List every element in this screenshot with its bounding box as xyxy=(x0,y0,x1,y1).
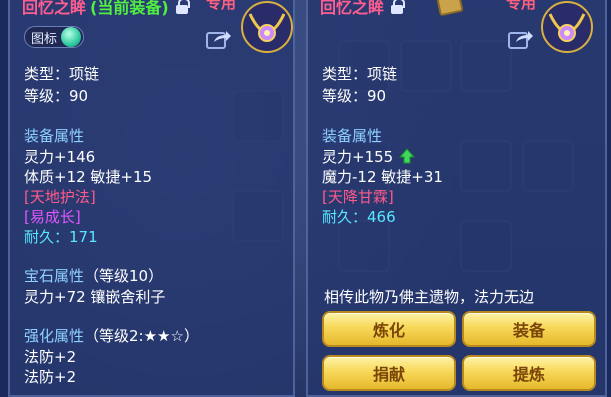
durability: 耐久：171 xyxy=(24,227,98,247)
durability: 耐久：466 xyxy=(322,207,396,227)
section-equip-attrs: 装备属性 xyxy=(24,127,85,145)
section-enhance-attrs: 强化属性 xyxy=(24,327,85,345)
section-equip-attrs: 装备属性 xyxy=(322,127,383,145)
gem-level: （等级10） xyxy=(84,267,164,285)
durability-value: 171 xyxy=(69,228,98,246)
item-title: 回忆之眸 (当前装备) xyxy=(22,0,190,18)
donate-button[interactable]: 捐献 xyxy=(322,355,456,391)
toggle-label: 图标 xyxy=(31,31,58,47)
enhance-level: （等级2:★★☆） xyxy=(84,327,199,345)
item-type: 类型：项链 xyxy=(24,65,100,83)
section-gem-attrs: 宝石属性 xyxy=(24,267,85,285)
lock-icon[interactable] xyxy=(390,0,406,14)
share-icon[interactable] xyxy=(508,28,534,50)
toggle-knob[interactable] xyxy=(61,27,82,47)
special-skill-1: [天地护法] xyxy=(24,188,96,206)
right-edge-strip xyxy=(607,0,611,397)
enhance-attr-1: 法防+2 xyxy=(24,348,77,366)
item-level: 等级：90 xyxy=(24,87,89,105)
gift-icon xyxy=(436,0,464,17)
icon-toggle[interactable]: 图标 xyxy=(24,26,85,48)
equip-attr-1: 灵力+155 xyxy=(322,147,415,167)
enhance-section: 强化属性（等级2:★★☆） xyxy=(24,326,199,346)
lock-icon[interactable] xyxy=(175,0,190,14)
share-icon[interactable] xyxy=(206,28,232,50)
equip-attr-2: 体质+12 敏捷+15 xyxy=(24,168,153,186)
item-name: 回忆之眸 xyxy=(320,0,385,17)
equipped-item-panel: 回忆之眸 (当前装备) 专用 图标 类型：项链 等级：90 装备属性 灵力+14… xyxy=(8,0,295,397)
gem-section: 宝石属性（等级10） xyxy=(24,266,163,286)
item-name: 回忆之眸 xyxy=(22,0,87,17)
durability-label: 耐久： xyxy=(322,208,368,226)
equip-attr-1-text: 灵力+155 xyxy=(322,148,394,166)
durability-value: 466 xyxy=(367,208,396,226)
item-title: 回忆之眸 xyxy=(320,0,406,18)
durability-label: 耐久： xyxy=(24,228,70,246)
compare-item-panel: 回忆之眸 专用 类型：项链 等级：90 装备属性 灵力+155 魔力-12 敏捷… xyxy=(306,0,607,397)
increase-arrow-icon xyxy=(398,148,415,164)
item-description: 相传此物乃佛主遗物，法力无边 xyxy=(324,288,535,306)
exclusive-tag: 专用 xyxy=(206,0,237,12)
item-level: 等级：90 xyxy=(322,87,387,105)
extract-button[interactable]: 提炼 xyxy=(462,355,596,391)
equip-attr-2: 魔力-12 敏捷+31 xyxy=(322,168,443,186)
special-skill-1: [天降甘霖] xyxy=(322,188,394,206)
refine-button[interactable]: 炼化 xyxy=(322,311,456,347)
necklace-icon xyxy=(241,1,293,53)
equipped-tag: (当前装备) xyxy=(90,0,169,17)
special-effect-1: [易成长] xyxy=(24,208,81,226)
equip-attr-1: 灵力+146 xyxy=(24,148,96,166)
gem-attr: 灵力+72 镶嵌舍利子 xyxy=(24,288,166,306)
equip-button[interactable]: 装备 xyxy=(462,311,596,347)
left-edge-strip xyxy=(0,0,8,397)
enhance-attr-2: 法防+2 xyxy=(24,368,77,386)
item-type: 类型：项链 xyxy=(322,65,398,83)
exclusive-tag: 专用 xyxy=(506,0,537,12)
necklace-icon xyxy=(541,1,593,53)
